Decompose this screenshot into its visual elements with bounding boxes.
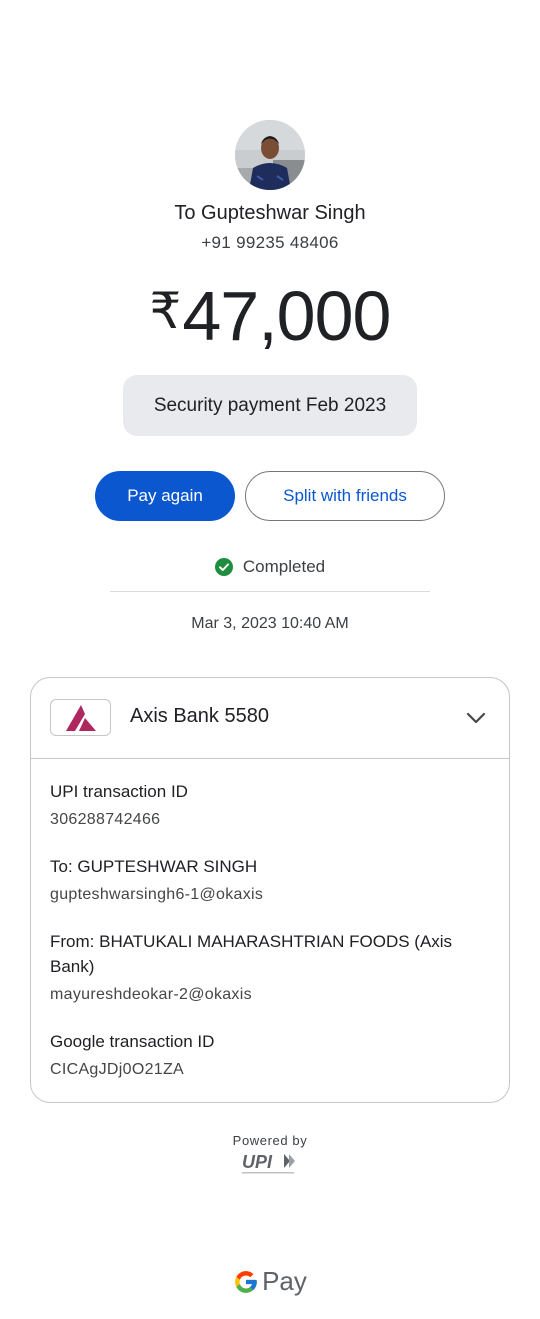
to-recipient-upi-id: gupteshwarsingh6-1@okaxis <box>50 886 264 903</box>
recipient-avatar <box>235 120 305 190</box>
upi-logo-text: UPI <box>242 1152 273 1172</box>
status-row: Completed <box>0 557 540 577</box>
payment-amount: ₹47,000 <box>0 276 540 356</box>
google-transaction-id-value: CICAgJDj0O21ZA <box>50 1061 185 1078</box>
from-sender-upi-id: mayureshdeokar-2@okaxis <box>50 986 252 1003</box>
axis-bank-logo-mark <box>65 704 96 731</box>
google-pay-label: Pay <box>262 1266 307 1296</box>
google-g-icon <box>235 1270 257 1293</box>
powered-by-label: Powered by <box>232 1133 308 1148</box>
chevron-down-icon[interactable] <box>465 707 487 729</box>
status-label: Completed <box>242 557 326 576</box>
google-pay-brand: Pay <box>0 1266 540 1297</box>
avatar-photo <box>235 120 305 190</box>
bank-account-label: Axis Bank 5580 <box>130 705 269 727</box>
to-recipient-label: To: GUPTESHWAR SINGH <box>50 857 258 876</box>
transaction-datetime: Mar 3, 2023 10:40 AM <box>191 615 349 632</box>
divider <box>110 591 430 592</box>
transaction-details-card: Axis Bank 5580 UPI transaction ID 306288… <box>30 677 510 1103</box>
upi-transaction-id-label: UPI transaction ID <box>50 782 188 801</box>
google-transaction-id-label: Google transaction ID <box>50 1032 215 1051</box>
bank-account-header[interactable]: Axis Bank 5580 <box>31 678 509 759</box>
amount-value: 47,000 <box>182 277 391 355</box>
split-with-friends-button[interactable]: Split with friends <box>245 471 445 521</box>
payment-note: Security payment Feb 2023 <box>123 375 417 436</box>
pay-again-button[interactable]: Pay again <box>95 471 235 521</box>
check-circle-icon <box>214 558 233 576</box>
axis-bank-logo <box>50 699 111 736</box>
recipient-name: To Gupteshwar Singh <box>174 202 366 224</box>
currency-symbol: ₹ <box>149 283 182 339</box>
upi-transaction-id-value: 306288742466 <box>50 811 161 828</box>
upi-logo: UPI <box>242 1152 295 1174</box>
recipient-phone: +91 99235 48406 <box>201 233 339 252</box>
from-sender-label: From: BHATUKALI MAHARASHTRIAN FOODS (Axi… <box>50 932 453 976</box>
